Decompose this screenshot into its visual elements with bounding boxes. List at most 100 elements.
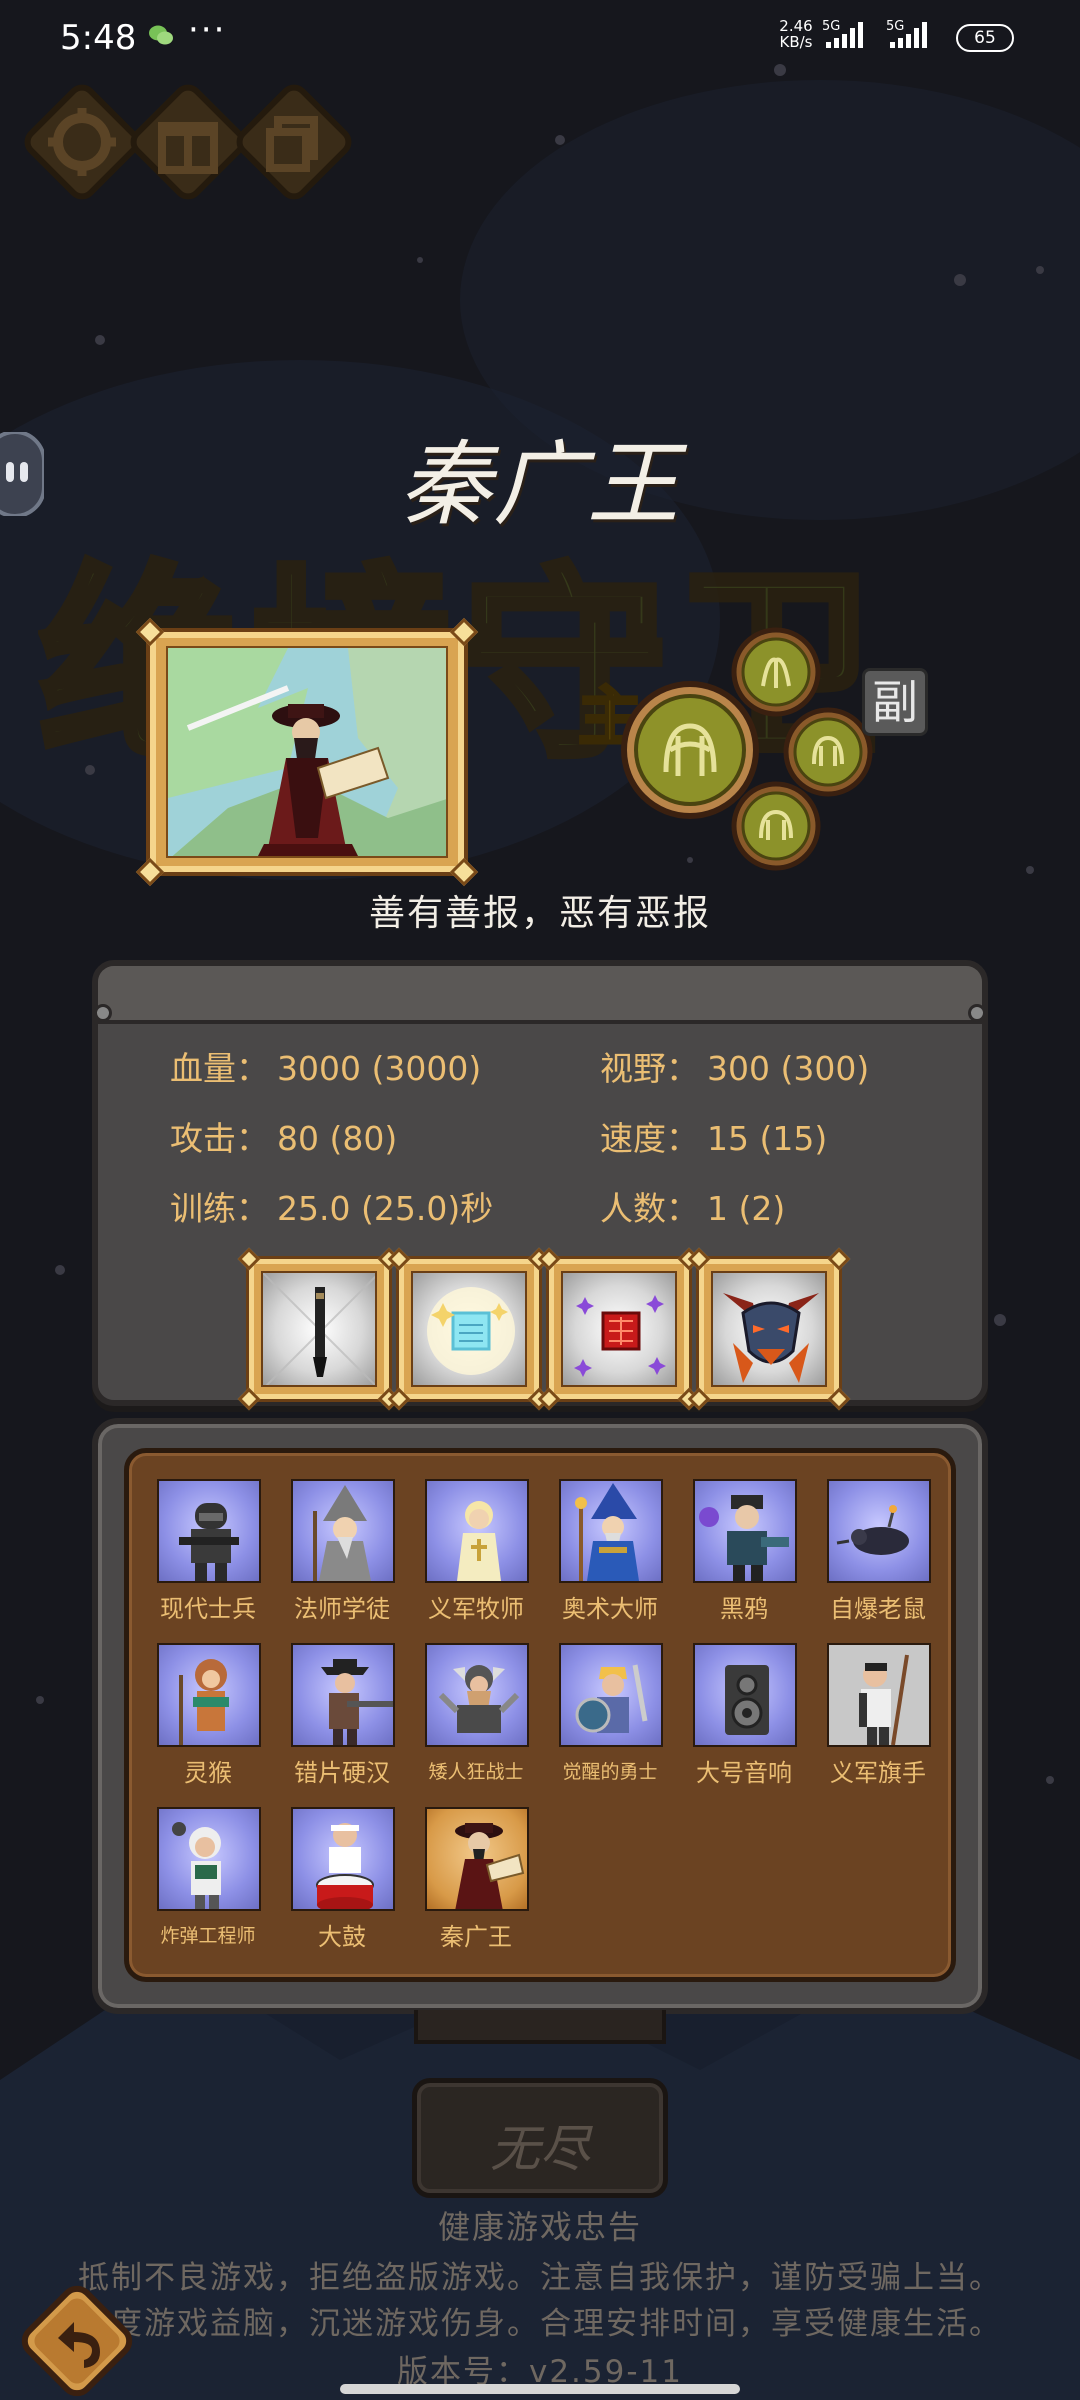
unit-portrait xyxy=(157,1643,261,1747)
stat-hp: 血量： 3000 (3000) xyxy=(170,1042,481,1090)
arcane-master-icon xyxy=(575,1483,639,1581)
more-notifications: ··· xyxy=(188,10,227,50)
unit-portrait xyxy=(425,1479,529,1583)
net-speed-unit: KB/s xyxy=(779,33,813,51)
stat-speed-label: 速度： xyxy=(600,1119,699,1158)
red-seal-icon xyxy=(574,1295,666,1377)
talent-rune-cluster[interactable] xyxy=(618,626,878,876)
main-rune-icon[interactable] xyxy=(621,681,759,819)
skill-slot-2[interactable] xyxy=(387,1247,551,1411)
health-notice-line: 适度游戏益脑，沉迷游戏伤身。合理安排时间，享受健康生活。 xyxy=(78,2306,1002,2342)
hero-portrait xyxy=(135,617,479,887)
unit-card[interactable]: 炸弹工程师 xyxy=(153,1807,263,1967)
unit-portrait xyxy=(157,1479,261,1583)
wechat-icon xyxy=(149,25,173,45)
skill-slot-1[interactable] xyxy=(237,1247,401,1411)
gesture-home-bar[interactable] xyxy=(340,2384,740,2394)
stat-speed-value: 15 (15) xyxy=(707,1119,828,1158)
unit-card[interactable]: 矮人狂战士 xyxy=(421,1643,531,1803)
unit-portrait xyxy=(291,1807,395,1911)
signal2-label: 5G xyxy=(886,19,904,34)
unit-card[interactable]: 秦广王 xyxy=(421,1807,531,1967)
status-bar: 5:48 ··· 2.46 KB/s 5G 5G 65 xyxy=(0,0,1080,76)
stat-attack-label: 攻击： xyxy=(170,1119,269,1158)
unit-card[interactable]: 错片硬汉 xyxy=(287,1643,397,1803)
skill-slot-3[interactable] xyxy=(537,1247,701,1411)
stat-hp-label: 血量： xyxy=(170,1049,269,1088)
stat-attack-value: 80 (80) xyxy=(277,1119,398,1158)
stat-train-value: 25.0 (25.0)秒 xyxy=(277,1189,494,1228)
copy-button[interactable] xyxy=(232,80,356,204)
panel-connector xyxy=(414,2010,666,2044)
unit-name: 矮人狂战士 xyxy=(428,1761,524,1783)
apprentice-mage-icon xyxy=(313,1485,371,1581)
network-speed: 2.46 KB/s xyxy=(774,18,818,50)
unit-portrait xyxy=(425,1643,529,1747)
unit-card[interactable]: 觉醒的勇士 xyxy=(555,1643,665,1803)
endless-mode-label: 无尽 xyxy=(490,2120,590,2178)
unit-card[interactable]: 大号音响 xyxy=(689,1643,799,1803)
back-arrow-icon xyxy=(21,2285,133,2397)
unit-portrait xyxy=(827,1643,931,1747)
hero-portrait-image xyxy=(168,648,446,856)
rune-icon[interactable] xyxy=(731,781,821,871)
unit-card[interactable]: 大鼓 xyxy=(287,1807,397,1967)
unit-portrait xyxy=(693,1643,797,1747)
unit-card[interactable]: 奥术大师 xyxy=(555,1479,665,1639)
gunslinger-icon xyxy=(321,1659,393,1745)
stat-count-label: 人数： xyxy=(600,1189,699,1228)
stat-vision: 视野： 300 (300) xyxy=(600,1042,869,1090)
stat-speed: 速度： 15 (15) xyxy=(600,1112,827,1160)
unit-name: 义军旗手 xyxy=(830,1759,926,1787)
hero-name: 秦广王 xyxy=(398,431,681,538)
flag-bearer-icon xyxy=(829,1645,929,1745)
panel-pin xyxy=(968,1004,986,1022)
stat-train: 训练： 25.0 (25.0)秒 xyxy=(170,1182,493,1230)
panel-pin xyxy=(94,1004,112,1022)
rune-icon[interactable] xyxy=(783,707,873,797)
rune-icon[interactable] xyxy=(731,627,821,717)
unit-roster-panel: 现代士兵 法师学徒 义军牧师 奥术大师 黑鸦 自爆老鼠灵猴 错片硬汉 矮人狂战士 觉醒的勇士 大号… xyxy=(92,1418,988,2014)
unit-name: 大鼓 xyxy=(318,1923,366,1951)
unit-portrait xyxy=(291,1479,395,1583)
speaker-icon xyxy=(725,1665,769,1735)
unit-card[interactable]: 法师学徒 xyxy=(287,1479,397,1639)
unit-name: 奥术大师 xyxy=(562,1595,658,1623)
stat-hp-value: 3000 (3000) xyxy=(277,1049,482,1088)
unit-card[interactable]: 现代士兵 xyxy=(153,1479,263,1639)
copy-icon xyxy=(236,84,352,200)
stat-count-value: 1 (2) xyxy=(707,1189,786,1228)
endless-mode-button[interactable]: 无尽 xyxy=(412,2078,668,2198)
unit-name: 义军牧师 xyxy=(428,1595,524,1623)
skill-slot-4[interactable] xyxy=(687,1247,851,1411)
back-button[interactable] xyxy=(18,2282,136,2400)
health-notice-title: 健康游戏忠告 xyxy=(437,2208,642,2246)
unit-name: 秦广王 xyxy=(440,1923,512,1951)
bomb-rat-icon xyxy=(836,1505,909,1555)
signal-icon: 5G xyxy=(886,19,927,48)
drum-icon xyxy=(316,1823,374,1909)
stat-attack: 攻击： 80 (80) xyxy=(170,1112,397,1160)
bomb-engineer-icon xyxy=(172,1822,221,1909)
unit-name: 大号音响 xyxy=(696,1759,792,1787)
soldier-icon xyxy=(179,1503,239,1581)
monkey-icon xyxy=(179,1659,229,1745)
black-crow-icon xyxy=(699,1495,789,1581)
unit-portrait xyxy=(559,1479,663,1583)
unit-name: 炸弹工程师 xyxy=(160,1925,256,1947)
unit-name: 现代士兵 xyxy=(160,1595,256,1623)
signal1-label: 5G xyxy=(822,19,840,34)
unit-card[interactable]: 自爆老鼠 xyxy=(823,1479,933,1639)
unit-card[interactable]: 黑鸦 xyxy=(689,1479,799,1639)
unit-card[interactable]: 义军旗手 xyxy=(823,1643,933,1803)
unit-card[interactable]: 义军牧师 xyxy=(421,1479,531,1639)
net-speed-value: 2.46 xyxy=(779,17,813,35)
glowing-book-icon xyxy=(427,1287,515,1375)
unit-portrait xyxy=(827,1479,931,1583)
unit-card[interactable]: 灵猴 xyxy=(153,1643,263,1803)
unit-portrait xyxy=(425,1807,529,1911)
qin-guang-wang-icon xyxy=(455,1823,525,1909)
battery-indicator: 65 xyxy=(956,24,1014,52)
stats-panel-header xyxy=(94,966,986,1024)
side-drawer-handle[interactable] xyxy=(0,432,44,516)
